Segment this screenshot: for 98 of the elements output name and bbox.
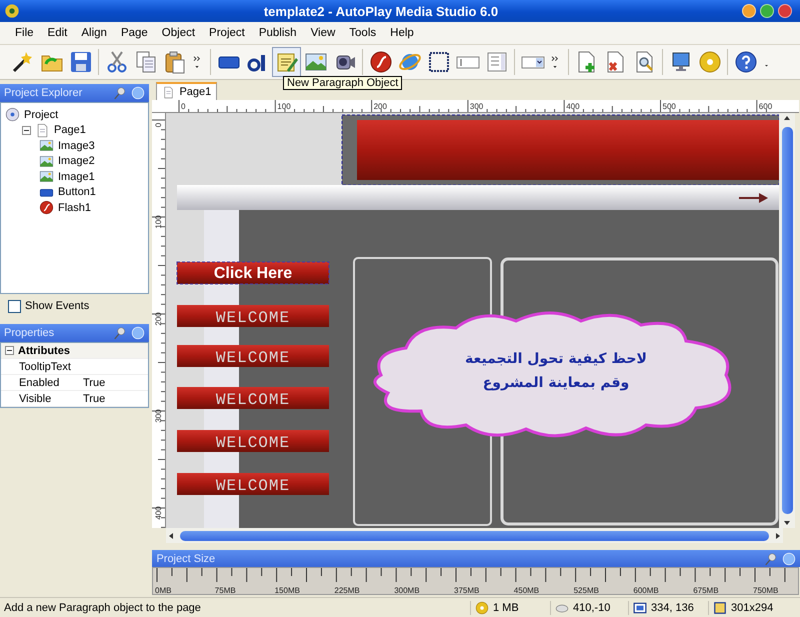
vertical-scrollbar[interactable] bbox=[779, 113, 796, 528]
paste-icon[interactable] bbox=[162, 50, 186, 74]
ruler-label: 300 bbox=[154, 409, 164, 423]
collapse-toggle[interactable] bbox=[22, 126, 31, 135]
selection-rectangle-icon[interactable] bbox=[426, 50, 450, 74]
ruler-label: 100 bbox=[154, 215, 164, 229]
property-name: Visible bbox=[18, 392, 52, 404]
horizontal-scrollbar[interactable] bbox=[166, 528, 784, 543]
menu-item[interactable]: Tools bbox=[342, 27, 384, 39]
panel-title: Project Explorer bbox=[4, 87, 82, 99]
object-position-icon bbox=[633, 600, 647, 614]
tree-item[interactable]: Image1 bbox=[58, 170, 95, 183]
project-size-text: 1 MB bbox=[493, 602, 519, 614]
window-title: template2 - AutoPlay Media Studio 6.0 bbox=[262, 4, 500, 18]
app-icon bbox=[4, 3, 20, 19]
tooltip: New Paragraph Object bbox=[283, 76, 402, 90]
group-heading: Attributes bbox=[18, 344, 70, 356]
wand-icon[interactable] bbox=[10, 50, 34, 74]
welcome-button[interactable]: WELCOME bbox=[177, 345, 330, 367]
paragraph-text[interactable]: لاحظ كيفية تحول التجميعة وقم بمعاينة المشروع bbox=[466, 351, 648, 391]
close-button[interactable] bbox=[778, 4, 792, 18]
page-icon bbox=[35, 122, 50, 138]
welcome-button[interactable]: WELCOME bbox=[177, 430, 330, 452]
ruler-label: 100 bbox=[278, 102, 292, 111]
size-label: 675MB bbox=[694, 586, 719, 595]
click-here-button[interactable]: Click Here bbox=[176, 262, 330, 284]
tree-item[interactable]: Project bbox=[24, 108, 58, 121]
checkbox-label[interactable]: Show Events bbox=[25, 300, 90, 312]
size-label: 75MB bbox=[215, 586, 236, 595]
listbox-icon[interactable] bbox=[484, 50, 508, 74]
property-value[interactable]: True bbox=[79, 376, 106, 388]
image-icon bbox=[39, 169, 54, 184]
project-icon bbox=[5, 107, 20, 122]
property-name: Enabled bbox=[18, 376, 60, 388]
menu-item[interactable]: Project bbox=[202, 27, 252, 39]
disc-icon[interactable] bbox=[698, 50, 722, 74]
cloud-shape[interactable] bbox=[374, 312, 732, 438]
ruler-label: 500 bbox=[662, 102, 676, 111]
save-icon[interactable] bbox=[68, 50, 92, 74]
size-label: 450MB bbox=[514, 586, 540, 595]
ruler-label: 0 bbox=[181, 102, 186, 111]
panel-title: Properties bbox=[4, 327, 54, 339]
size-label: 375MB bbox=[454, 586, 480, 595]
ruler-label: 400 bbox=[154, 506, 164, 520]
paragraph-button[interactable] bbox=[272, 47, 301, 77]
flash-icon bbox=[39, 200, 54, 216]
help-icon[interactable] bbox=[734, 50, 758, 74]
menu-item[interactable]: Object bbox=[154, 27, 202, 39]
tree-item[interactable]: Page1 bbox=[54, 124, 86, 136]
resize-icon bbox=[713, 600, 727, 614]
property-name: TooltipText bbox=[18, 360, 72, 372]
menu-item[interactable]: Align bbox=[74, 27, 114, 39]
ruler-label: 400 bbox=[566, 102, 580, 111]
ruler-label: 600 bbox=[759, 102, 773, 111]
menu-item[interactable]: Edit bbox=[40, 27, 74, 39]
page-icon bbox=[162, 86, 176, 98]
flash-icon[interactable] bbox=[368, 50, 392, 74]
ruler-label: 200 bbox=[154, 312, 164, 326]
maximize-button[interactable] bbox=[760, 4, 774, 18]
tree-item[interactable]: Flash1 bbox=[58, 202, 92, 214]
ruler-label: 0 bbox=[154, 122, 164, 128]
menu-item[interactable]: View bbox=[304, 27, 342, 39]
menu-item[interactable]: File bbox=[8, 27, 41, 39]
status-message: Add a new Paragraph object to the page bbox=[3, 602, 202, 614]
size-label: 225MB bbox=[334, 586, 360, 595]
minimize-button[interactable] bbox=[742, 4, 756, 18]
menu-item[interactable]: Page bbox=[114, 27, 155, 39]
welcome-button[interactable]: WELCOME bbox=[177, 305, 330, 327]
object-position-text: 334, 136 bbox=[651, 602, 694, 614]
size-label: 750MB bbox=[753, 586, 779, 595]
size-label: 150MB bbox=[275, 586, 300, 595]
ruler-label: 300 bbox=[470, 102, 484, 111]
arrow-icon bbox=[739, 193, 768, 203]
image-icon bbox=[39, 138, 54, 154]
object-size-text: 301x294 bbox=[731, 602, 774, 614]
image-icon bbox=[39, 154, 54, 169]
size-label: 300MB bbox=[394, 586, 420, 595]
menu-item[interactable]: Publish bbox=[252, 27, 304, 39]
document-tab[interactable]: Page1 bbox=[156, 82, 218, 100]
cursor-position-text: 410,-10 bbox=[573, 602, 610, 614]
menu-item[interactable]: Help bbox=[383, 27, 421, 39]
panel-title: Project Size bbox=[156, 552, 216, 564]
tree-item[interactable]: Image3 bbox=[58, 140, 95, 152]
copy-icon[interactable] bbox=[134, 50, 158, 74]
tree-item[interactable]: Image2 bbox=[58, 155, 95, 168]
ruler-label: 200 bbox=[374, 102, 388, 111]
minus-icon bbox=[6, 347, 13, 354]
coin-icon bbox=[475, 600, 489, 614]
welcome-button[interactable]: WELCOME bbox=[177, 473, 330, 495]
collapse-toggle[interactable] bbox=[5, 346, 14, 355]
size-label: 525MB bbox=[574, 586, 600, 595]
property-value[interactable]: True bbox=[79, 392, 106, 404]
tree-item[interactable]: Button1 bbox=[58, 186, 96, 198]
size-label: 0MB bbox=[155, 586, 172, 595]
cut-icon[interactable] bbox=[104, 50, 128, 74]
welcome-button[interactable]: WELCOME bbox=[177, 387, 330, 409]
checkbox[interactable] bbox=[8, 300, 21, 312]
size-label: 600MB bbox=[634, 586, 660, 595]
